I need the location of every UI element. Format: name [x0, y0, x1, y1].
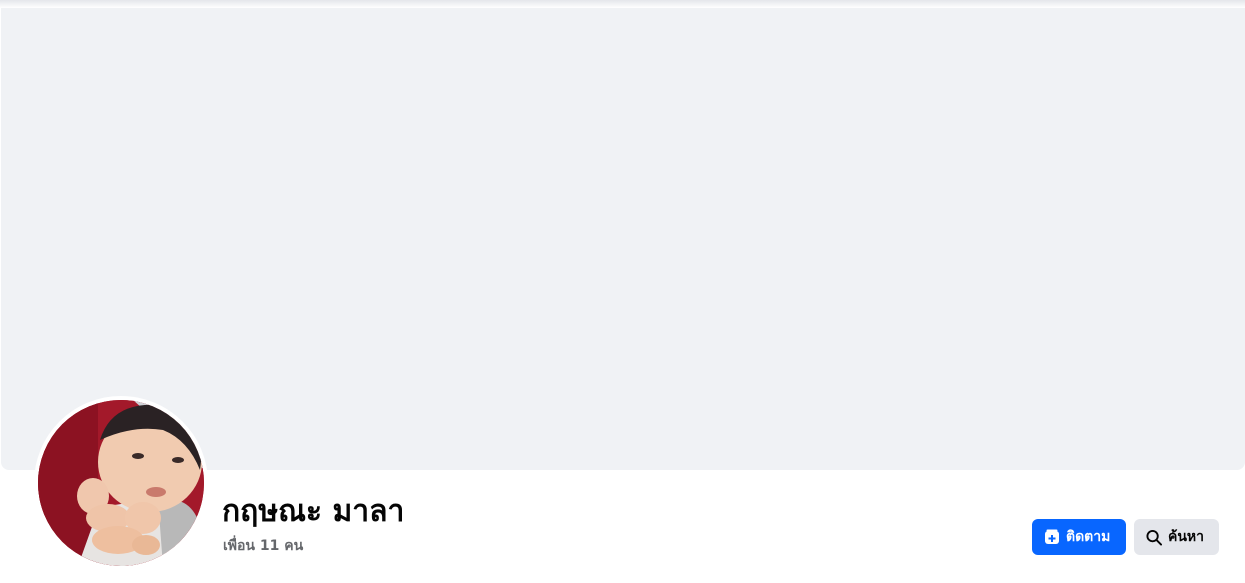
- profile-page: กฤษณะ มาลา เพื่อน 11 คน ติดตาม ค้นหา: [0, 0, 1245, 583]
- cover-photo[interactable]: [1, 8, 1245, 470]
- search-button[interactable]: ค้นหา: [1134, 519, 1219, 555]
- avatar-photo: [38, 400, 204, 566]
- search-button-label: ค้นหา: [1168, 529, 1205, 545]
- friends-count[interactable]: เพื่อน 11 คน: [223, 537, 303, 555]
- profile-name: กฤษณะ มาลา: [222, 494, 405, 529]
- top-bar-shadow: [0, 0, 1245, 8]
- follow-button-label: ติดตาม: [1066, 529, 1111, 545]
- follow-plus-icon: [1044, 529, 1060, 545]
- profile-avatar[interactable]: [38, 400, 204, 566]
- follow-button[interactable]: ติดตาม: [1032, 519, 1126, 555]
- search-icon: [1146, 529, 1162, 546]
